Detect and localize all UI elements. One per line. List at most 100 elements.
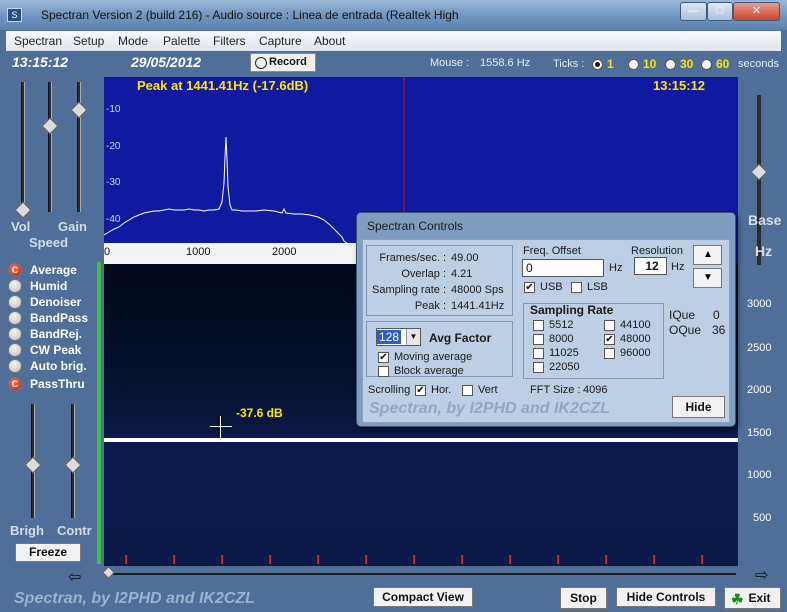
sampling-rate-group: Sampling Rate 5512 8000 11025 22050 4410… bbox=[523, 303, 664, 379]
sampling-rate-title: Sampling Rate bbox=[530, 303, 614, 317]
middle-slider-track bbox=[48, 82, 52, 212]
brightness-label: Brigh bbox=[10, 523, 44, 538]
iq-value: 0 bbox=[713, 308, 720, 322]
scale-label: 500 bbox=[753, 512, 772, 524]
time-tick-marks bbox=[125, 555, 703, 564]
vol-slider-knob[interactable] bbox=[14, 201, 32, 219]
ticks-radio-1[interactable] bbox=[592, 59, 603, 70]
rate-48000-checkbox[interactable]: ✔ bbox=[604, 334, 615, 345]
menu-mode[interactable]: Mode bbox=[118, 34, 148, 48]
hz-label: Hz bbox=[755, 243, 773, 259]
rate-5512-checkbox[interactable] bbox=[533, 320, 544, 331]
freq-offset-unit: Hz bbox=[609, 262, 623, 274]
contrast-slider-knob[interactable] bbox=[64, 456, 82, 474]
y-tick-label: -40 bbox=[106, 214, 121, 225]
freeze-button[interactable]: Freeze bbox=[15, 543, 81, 562]
freq-offset-input[interactable]: 0 bbox=[522, 259, 604, 277]
scroll-left-icon[interactable]: ⇦ bbox=[68, 567, 81, 587]
resolution-up-button[interactable]: ▲ bbox=[693, 245, 722, 265]
title-bar: S Spectran Version 2 (build 216) - Audio… bbox=[0, 0, 787, 30]
dialog-title: Spectran Controls bbox=[367, 219, 464, 233]
horizontal-slider-knob[interactable] bbox=[102, 566, 115, 579]
dialog-watermark: Spectran, by I2PHD and IK2CZL bbox=[369, 400, 610, 417]
func-auto-brig[interactable]: Auto brig. bbox=[8, 359, 87, 373]
scroll-vert-label: Vert bbox=[478, 384, 498, 396]
scroll-vert-checkbox[interactable] bbox=[462, 385, 473, 396]
horizontal-slider[interactable] bbox=[102, 566, 740, 579]
block-average-checkbox[interactable] bbox=[378, 366, 389, 377]
avg-factor-select[interactable]: 128 ▼ bbox=[376, 328, 421, 346]
resolution-input[interactable]: 12 bbox=[634, 257, 667, 275]
func-cw-peak[interactable]: CW Peak bbox=[8, 343, 81, 357]
rate-96000-checkbox[interactable] bbox=[604, 348, 615, 359]
menu-filters[interactable]: Filters bbox=[213, 34, 246, 48]
stats-group: Frames/sec. : 49.00 Overlap : 4.21 Sampl… bbox=[366, 245, 513, 316]
peak-readout: Peak at 1441.41Hz (-17.6dB) bbox=[137, 78, 309, 93]
close-icon: ✕ bbox=[751, 5, 762, 17]
x-tick-label: 1000 bbox=[186, 246, 211, 258]
func-bandrej[interactable]: BandRej. bbox=[8, 327, 82, 341]
level-bar bbox=[97, 262, 101, 564]
ticks-radio-30[interactable] bbox=[665, 59, 676, 70]
exit-icon: ☘ bbox=[731, 591, 744, 607]
menu-capture[interactable]: Capture bbox=[259, 34, 302, 48]
compact-view-button[interactable]: Compact View bbox=[373, 587, 473, 607]
rate-96000-label: 96000 bbox=[620, 347, 651, 359]
block-average-label: Block average bbox=[394, 365, 464, 377]
rate-11025-checkbox[interactable] bbox=[533, 348, 544, 359]
fft-size-value: 4096 bbox=[583, 384, 608, 396]
moving-average-checkbox[interactable]: ✔ bbox=[378, 352, 389, 363]
func-bandpass-label: BandPass bbox=[30, 311, 89, 325]
func-average[interactable]: C Average bbox=[8, 263, 77, 277]
ticks-radio-60[interactable] bbox=[701, 59, 712, 70]
y-tick-label: -10 bbox=[106, 104, 121, 115]
hide-button[interactable]: Hide bbox=[672, 396, 725, 418]
func-passthru-label: PassThru bbox=[30, 377, 85, 391]
menu-about[interactable]: About bbox=[314, 34, 345, 48]
func-humid[interactable]: Humid bbox=[8, 279, 67, 293]
func-bandpass[interactable]: BandPass bbox=[8, 311, 88, 325]
menu-setup[interactable]: Setup bbox=[73, 34, 104, 48]
record-button[interactable]: Record bbox=[250, 53, 316, 72]
waterfall-peak-line bbox=[104, 438, 738, 442]
maximize-icon: □ bbox=[716, 5, 724, 17]
hide-controls-button[interactable]: Hide Controls bbox=[616, 587, 716, 607]
menu-spectran[interactable]: Spectran bbox=[14, 34, 62, 48]
menu-bar: Spectran Setup Mode Palette Filters Capt… bbox=[6, 31, 781, 51]
mouse-value: 1558.6 Hz bbox=[480, 57, 531, 69]
x-tick-label: 2000 bbox=[272, 246, 297, 258]
stop-button[interactable]: Stop bbox=[560, 587, 607, 609]
minimize-button[interactable]: — bbox=[680, 2, 707, 21]
usb-checkbox[interactable]: ✔ bbox=[524, 282, 535, 293]
gain-slider-knob[interactable] bbox=[70, 101, 88, 119]
exit-button[interactable]: ☘ Exit bbox=[724, 587, 781, 609]
ticks-radio-10[interactable] bbox=[628, 59, 639, 70]
scroll-right-icon[interactable]: ⇨ bbox=[755, 565, 768, 585]
ticks-label: Ticks : bbox=[553, 58, 585, 70]
x-tick-label: 0 bbox=[104, 246, 111, 258]
lsb-checkbox[interactable] bbox=[571, 282, 582, 293]
ticks-option-60: 60 bbox=[716, 57, 730, 71]
brightness-slider-knob[interactable] bbox=[24, 456, 42, 474]
menu-palette[interactable]: Palette bbox=[163, 34, 200, 48]
func-denoiser-label: Denoiser bbox=[30, 295, 82, 309]
y-tick-label: -20 bbox=[106, 141, 121, 152]
base-slider-knob[interactable] bbox=[750, 163, 768, 181]
toggle-on-icon: C bbox=[8, 263, 22, 277]
rate-22050-checkbox[interactable] bbox=[533, 362, 544, 373]
rate-8000-checkbox[interactable] bbox=[533, 334, 544, 345]
lsb-label: LSB bbox=[587, 281, 608, 293]
close-button[interactable]: ✕ bbox=[733, 2, 780, 21]
scroll-hor-checkbox[interactable]: ✔ bbox=[415, 385, 426, 396]
middle-slider-knob[interactable] bbox=[41, 117, 59, 135]
func-passthru[interactable]: C PassThru bbox=[8, 377, 85, 391]
func-auto-brig-label: Auto brig. bbox=[30, 359, 87, 373]
chevron-down-icon: ▼ bbox=[406, 329, 420, 345]
maximize-button[interactable]: □ bbox=[707, 2, 733, 21]
rate-44100-checkbox[interactable] bbox=[604, 320, 615, 331]
exit-label: Exit bbox=[748, 591, 771, 605]
resolution-down-button[interactable]: ▼ bbox=[693, 268, 722, 288]
contrast-label: Contr bbox=[57, 523, 92, 538]
record-icon bbox=[255, 57, 267, 69]
func-denoiser[interactable]: Denoiser bbox=[8, 295, 81, 309]
